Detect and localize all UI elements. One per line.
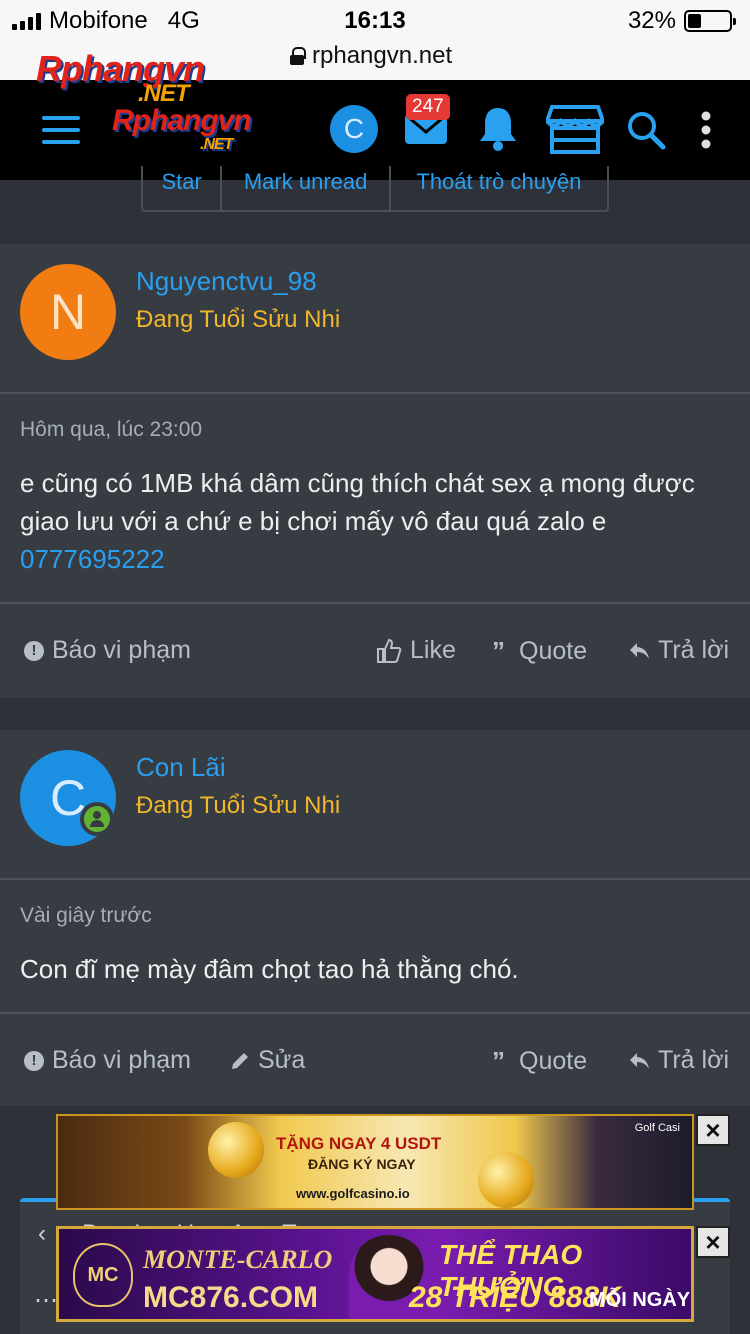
status-bar: Mobifone 4G 16:13 32%	[0, 0, 750, 40]
menu-icon[interactable]	[42, 116, 80, 144]
report-button[interactable]: ! Báo vi phạm	[24, 636, 191, 665]
report-icon: !	[24, 640, 44, 661]
edit-button[interactable]: Sửa	[230, 1046, 305, 1075]
user-title: Đang Tuổi Sửu Nhi	[136, 306, 341, 333]
site-logo-overlay: Rphangvn .NET	[36, 48, 205, 107]
message-text: Con đĩ mẹ mày đâm chọt tao hả thằng chó.	[20, 954, 519, 984]
close-icon[interactable]: ×	[696, 1226, 730, 1258]
user-title: Đang Tuổi Sửu Nhi	[136, 792, 341, 819]
battery-icon	[684, 10, 736, 32]
star-button[interactable]: Star	[143, 166, 223, 210]
online-icon	[80, 802, 114, 836]
post-time[interactable]: Hôm qua, lúc 23:00	[20, 418, 730, 442]
user-avatar[interactable]: C	[330, 105, 378, 153]
editor-more-icon[interactable]: ⋯	[34, 1286, 58, 1315]
reply-button[interactable]: Trả lời	[628, 636, 729, 665]
ad-banner-montecarlo[interactable]: MC MONTE-CARLO MC876.COM THỂ THAO THƯỞNG…	[56, 1226, 694, 1322]
ad-banner-golfcasino[interactable]: TẶNG NGAY 4 USDT ĐĂNG KÝ NGAY www.golfca…	[56, 1114, 694, 1210]
phone-link[interactable]: 0777695222	[20, 544, 165, 574]
mark-unread-button[interactable]: Mark unread	[222, 166, 391, 210]
username[interactable]: Nguyenctvu_98	[136, 266, 317, 297]
quote-icon: ”	[492, 636, 505, 666]
like-icon	[377, 638, 402, 663]
url-text: rphangvn.net	[312, 42, 453, 69]
message-post: N Nguyenctvu_98 Đang Tuổi Sửu Nhi Hôm qu…	[0, 244, 750, 698]
avatar[interactable]: N	[20, 264, 116, 360]
inbox-badge: 247	[406, 94, 450, 120]
report-icon: !	[24, 1050, 44, 1071]
coin-icon	[208, 1122, 264, 1178]
coin-icon	[478, 1152, 534, 1208]
username[interactable]: Con Lãi	[136, 752, 226, 783]
quote-button[interactable]: ” Quote	[492, 1046, 587, 1077]
editor-tool[interactable]: ‹	[38, 1220, 46, 1248]
quote-button[interactable]: ” Quote	[492, 636, 587, 667]
brand-logo: MC	[73, 1243, 133, 1307]
close-icon[interactable]: ×	[696, 1114, 730, 1146]
search-icon[interactable]	[626, 110, 666, 150]
quote-icon: ”	[492, 1046, 505, 1076]
message-text: e cũng có 1MB khá dâm cũng thích chát se…	[20, 468, 695, 574]
more-vertical-icon[interactable]	[700, 110, 712, 150]
store-icon[interactable]	[546, 104, 604, 154]
post-actions: ! Báo vi phạm Like ” Quote Trả lời	[0, 604, 750, 696]
reply-icon	[630, 642, 649, 659]
reply-icon	[630, 1052, 649, 1069]
conversation-actions: Star Mark unread Thoát trò chuyện	[141, 166, 609, 212]
like-button[interactable]: Like	[376, 636, 456, 665]
report-button[interactable]: ! Báo vi phạm	[24, 1046, 191, 1075]
lock-icon	[290, 47, 306, 65]
post-actions: ! Báo vi phạm Sửa ” Quote Trả lời	[0, 1014, 750, 1106]
battery-percent: 32%	[627, 7, 676, 34]
leave-conversation-button[interactable]: Thoát trò chuyện	[391, 166, 607, 210]
reply-button[interactable]: Trả lời	[628, 1046, 729, 1075]
bell-icon[interactable]	[478, 104, 518, 152]
edit-icon	[232, 1052, 248, 1069]
site-header: Rphangvn .NET C 247	[0, 80, 750, 180]
site-logo[interactable]: Rphangvn .NET	[112, 104, 252, 153]
post-time[interactable]: Vài giây trước	[20, 904, 730, 928]
message-post: C Con Lãi Đang Tuổi Sửu Nhi Vài giây trư…	[0, 730, 750, 1106]
